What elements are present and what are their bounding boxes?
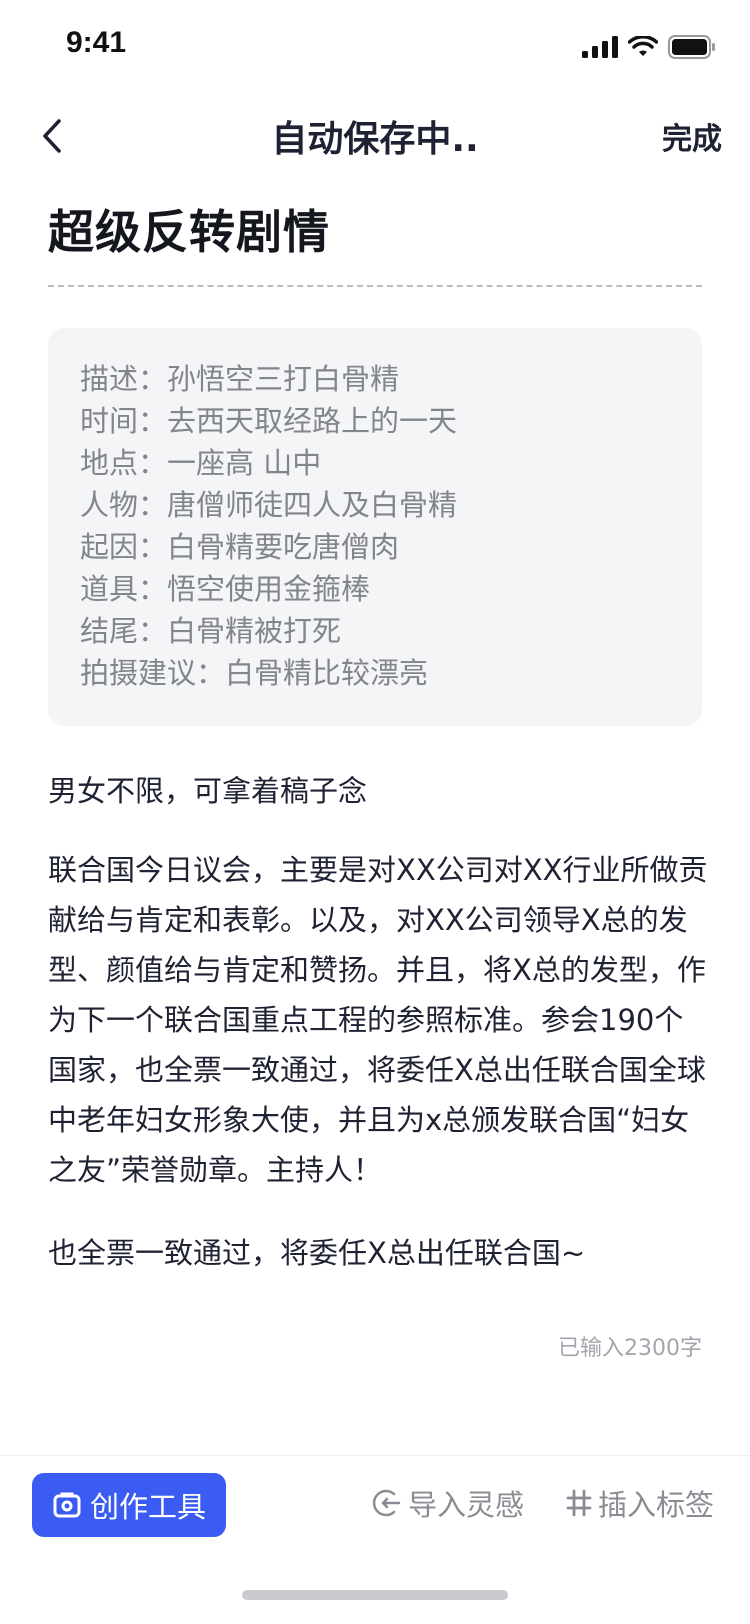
info-label: 道具：	[80, 572, 168, 606]
info-label: 起因：	[80, 530, 168, 564]
info-label: 人物：	[80, 488, 168, 522]
info-value: 一座高 山中	[167, 446, 322, 480]
hashtag-icon	[566, 1489, 592, 1517]
body-paragraph[interactable]: 联合国今日议会，主要是对XX公司对XX行业所做贡献给与肯定和表彰。以及，对XX公…	[48, 845, 708, 1195]
info-value: 悟空使用金箍棒	[167, 572, 371, 606]
autosave-status-title: 自动保存中..	[271, 119, 479, 160]
bottom-toolbar: 创作工具 导入灵感 插入标签	[0, 1455, 750, 1566]
body-paragraph[interactable]: 也全票一致通过，将委任X总出任联合国~	[48, 1228, 708, 1278]
info-line-ending: 结尾：白骨精被打死	[80, 610, 670, 652]
create-tools-label: 创作工具	[89, 1490, 206, 1524]
info-label: 结尾：	[80, 614, 168, 648]
info-value: 唐僧师徒四人及白骨精	[167, 488, 458, 522]
home-indicator	[242, 1590, 508, 1600]
toolbox-icon	[53, 1492, 81, 1518]
title-divider	[48, 285, 702, 287]
info-value: 去西天取经路上的一天	[167, 404, 458, 438]
info-label: 地点：	[80, 446, 168, 480]
wifi-icon	[628, 36, 658, 56]
done-button[interactable]: 完成	[662, 114, 722, 158]
document-title[interactable]: 超级反转剧情	[48, 196, 330, 262]
script-info-card[interactable]: 描述：孙悟空三打白骨精 时间：去西天取经路上的一天 地点：一座高 山中 人物：唐…	[48, 328, 702, 726]
info-value: 白骨精被打死	[167, 614, 342, 648]
insert-tag-button[interactable]: 插入标签	[566, 1482, 714, 1524]
battery-icon	[668, 35, 715, 59]
info-label: 时间：	[80, 404, 168, 438]
body-paragraph[interactable]: 男女不限，可拿着稿子念	[48, 766, 708, 816]
info-line-description: 描述：孙悟空三打白骨精	[80, 358, 670, 400]
info-line-props: 道具：悟空使用金箍棒	[80, 568, 670, 610]
cellular-signal-icon	[582, 36, 618, 58]
info-value: 孙悟空三打白骨精	[167, 362, 400, 396]
info-line-characters: 人物：唐僧师徒四人及白骨精	[80, 484, 670, 526]
insert-tag-label: 插入标签	[598, 1488, 715, 1522]
status-time: 9:41	[66, 26, 127, 59]
info-label: 拍摄建议：	[80, 656, 226, 690]
status-icons	[582, 30, 716, 64]
info-line-cause: 起因：白骨精要吃唐僧肉	[80, 526, 670, 568]
import-inspiration-label: 导入灵感	[408, 1488, 525, 1522]
info-line-time: 时间：去西天取经路上的一天	[80, 400, 670, 442]
info-label: 描述：	[80, 362, 168, 396]
import-inspiration-button[interactable]: 导入灵感	[372, 1482, 524, 1524]
word-count: 已输入2300字	[558, 1336, 702, 1361]
create-tools-button[interactable]: 创作工具	[32, 1473, 226, 1537]
import-circle-icon	[372, 1489, 401, 1517]
status-bar: 9:41	[0, 0, 750, 92]
info-value: 白骨精要吃唐僧肉	[167, 530, 400, 564]
navigation-bar: 自动保存中.. 完成	[0, 92, 750, 182]
info-line-shooting-tips: 拍摄建议：白骨精比较漂亮	[80, 652, 670, 694]
info-line-location: 地点：一座高 山中	[80, 442, 670, 484]
info-value: 白骨精比较漂亮	[225, 656, 429, 690]
